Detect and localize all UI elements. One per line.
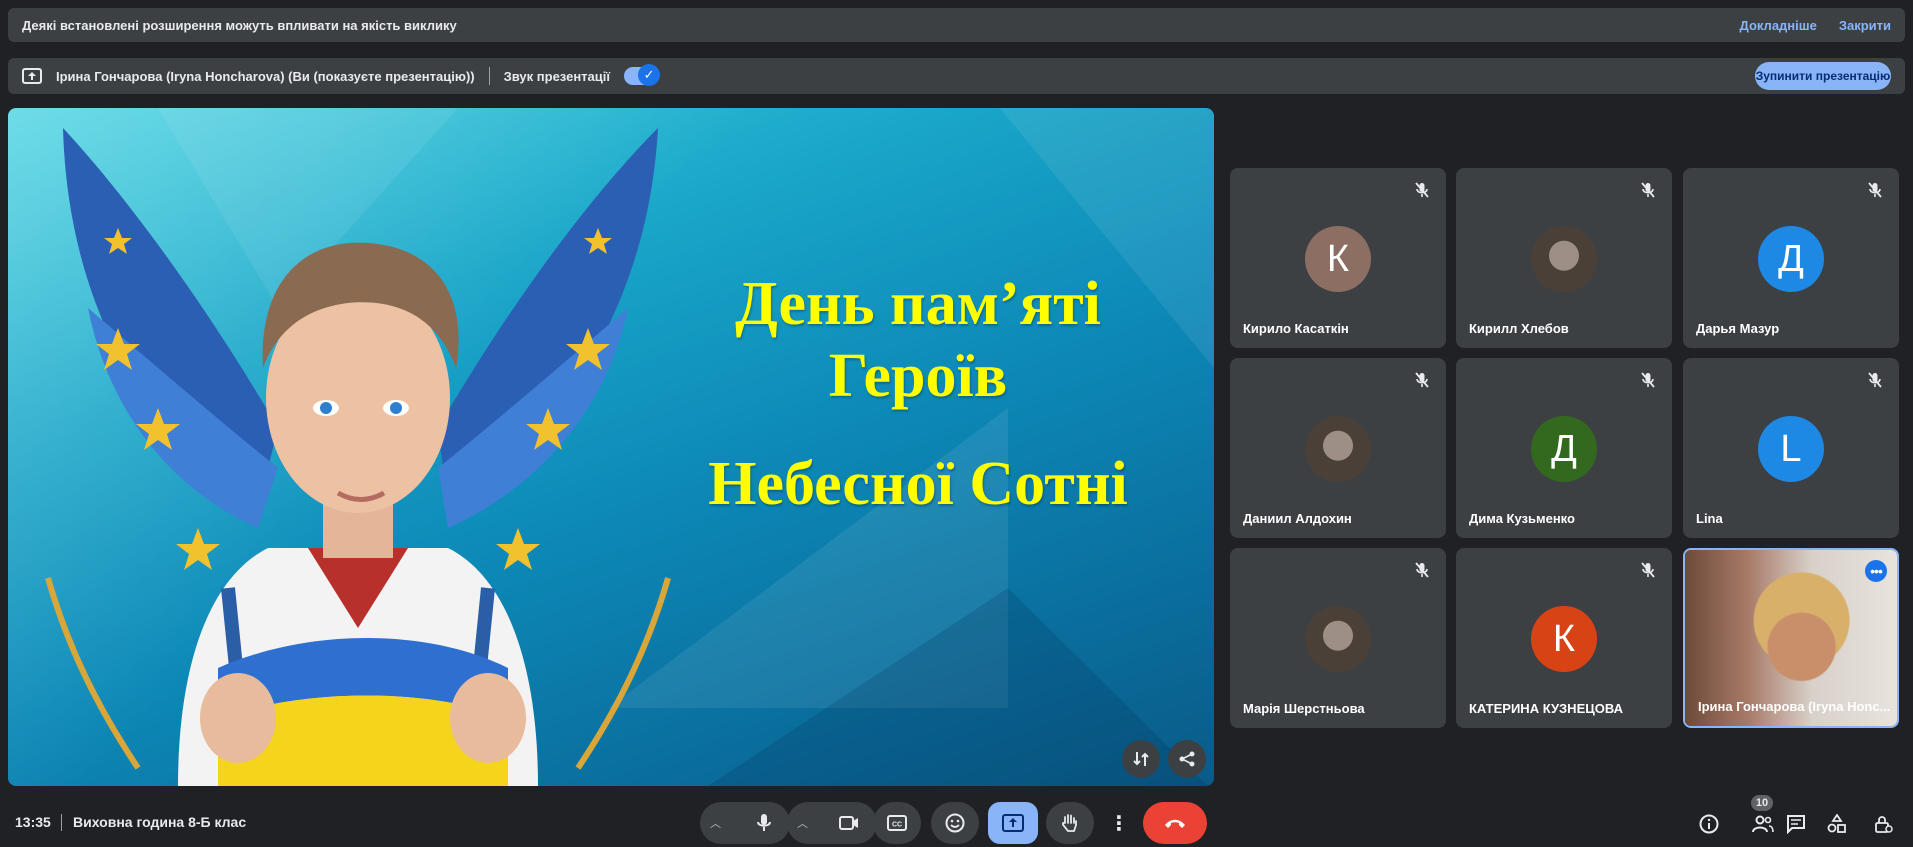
stop-presenting-button[interactable]: Зупинити презентацію bbox=[1755, 62, 1891, 90]
present-now-button[interactable] bbox=[988, 802, 1038, 844]
people-icon[interactable] bbox=[1752, 813, 1774, 835]
mic-off-icon bbox=[1412, 370, 1432, 390]
slide-title-line: Небесної Сотні bbox=[708, 450, 1128, 518]
microphone-button[interactable]: ︿ bbox=[700, 802, 790, 844]
captions-button[interactable]: CC bbox=[873, 802, 921, 844]
more-horizontal-icon[interactable]: ••• bbox=[1865, 560, 1887, 582]
svg-text:CC: CC bbox=[892, 822, 902, 829]
more-options-button[interactable]: ⋮ bbox=[1104, 802, 1134, 844]
presentation-audio-label: Звук презентації bbox=[503, 68, 611, 84]
participant-tile[interactable]: L Lina bbox=[1683, 358, 1899, 538]
presenting-bar: Ірина Гончарова (Iryna Honcharova) (Ви (… bbox=[8, 58, 1905, 94]
emoji-icon bbox=[945, 813, 965, 833]
avatar: L bbox=[1758, 416, 1824, 482]
swap-icon bbox=[1133, 752, 1149, 766]
presentation-stage: День пам’яті Героїв Небесної Сотні bbox=[8, 108, 1214, 786]
participant-name: Дарья Мазур bbox=[1696, 321, 1780, 336]
share-icon bbox=[1179, 751, 1195, 767]
mic-off-icon bbox=[1412, 560, 1432, 580]
people-count-badge: 10 bbox=[1751, 795, 1773, 811]
avatar bbox=[1305, 606, 1371, 672]
camera-icon bbox=[839, 816, 858, 830]
participant-tile[interactable]: К Кирило Касаткін bbox=[1230, 168, 1446, 348]
participant-name: Марія Шерстньова bbox=[1243, 701, 1365, 716]
participant-tile[interactable]: Даниил Алдохин bbox=[1230, 358, 1446, 538]
mic-off-icon bbox=[1865, 370, 1885, 390]
divider bbox=[488, 67, 490, 85]
host-controls-icon[interactable] bbox=[1872, 813, 1894, 835]
participant-name: Кирилл Хлебов bbox=[1469, 321, 1569, 336]
participant-name: Ірина Гончарова (Iryna Honc... bbox=[1698, 699, 1891, 714]
participant-tile[interactable]: Д Дарья Мазур bbox=[1683, 168, 1899, 348]
hang-up-icon bbox=[1165, 819, 1185, 828]
reactions-button[interactable] bbox=[931, 802, 979, 844]
chevron-up-icon[interactable]: ︿ bbox=[797, 815, 808, 831]
checkmark-icon: ✓ bbox=[638, 64, 661, 86]
slide-title: День пам’яті Героїв Небесної Сотні bbox=[668, 268, 1168, 520]
divider bbox=[61, 814, 62, 831]
participant-tile[interactable]: Кирилл Хлебов bbox=[1456, 168, 1672, 348]
hand-icon bbox=[1062, 814, 1077, 832]
camera-button[interactable]: ︿ bbox=[787, 802, 877, 844]
mic-off-icon bbox=[1638, 370, 1658, 390]
mic-off-icon bbox=[1865, 180, 1885, 200]
participant-name: Даниил Алдохин bbox=[1243, 511, 1352, 526]
participant-name: Кирило Касаткін bbox=[1243, 321, 1349, 336]
participant-tile[interactable]: ••• Ірина Гончарова (Iryna Honc... bbox=[1683, 548, 1899, 728]
current-time: 13:35 bbox=[15, 814, 51, 830]
present-screen-icon bbox=[1002, 814, 1024, 832]
avatar: К bbox=[1305, 226, 1371, 292]
meeting-title: Виховна година 8-Б клас bbox=[73, 814, 247, 830]
swap-tiles-button[interactable] bbox=[1122, 740, 1160, 778]
share-button[interactable] bbox=[1168, 740, 1206, 778]
participant-tile[interactable]: К КАТЕРИНА КУЗНЕЦОВА bbox=[1456, 548, 1672, 728]
presentation-audio-toggle[interactable]: ✓ bbox=[624, 64, 661, 86]
meeting-info-icon[interactable] bbox=[1698, 813, 1720, 835]
hero-angel-illustration bbox=[45, 128, 671, 786]
avatar: Д bbox=[1531, 416, 1597, 482]
avatar bbox=[1531, 226, 1597, 292]
mic-off-icon bbox=[1412, 180, 1432, 200]
participant-tile[interactable]: Марія Шерстньова bbox=[1230, 548, 1446, 728]
slide-title-line: День пам’яті bbox=[735, 270, 1101, 338]
activities-icon[interactable] bbox=[1826, 813, 1848, 835]
mic-off-icon bbox=[1638, 180, 1658, 200]
avatar: К bbox=[1531, 606, 1597, 672]
slide-title-line: Героїв bbox=[828, 342, 1008, 410]
more-vertical-icon: ⋮ bbox=[1109, 812, 1129, 835]
present-screen-icon bbox=[22, 68, 42, 84]
warning-message: Деякі встановлені розширення можуть впли… bbox=[22, 17, 457, 33]
participant-name: КАТЕРИНА КУЗНЕЦОВА bbox=[1469, 701, 1623, 716]
raise-hand-button[interactable] bbox=[1046, 802, 1094, 844]
leave-call-button[interactable] bbox=[1143, 802, 1207, 844]
mic-off-icon bbox=[1638, 560, 1658, 580]
avatar bbox=[1305, 416, 1371, 482]
details-link[interactable]: Докладніше bbox=[1740, 18, 1817, 33]
participant-tile[interactable]: Д Дима Кузьменко bbox=[1456, 358, 1672, 538]
avatar: Д bbox=[1758, 226, 1824, 292]
closed-captions-icon: CC bbox=[887, 815, 907, 831]
bottom-control-bar: 13:35 Виховна година 8-Б клас ︿ ︿ CC ⋮ bbox=[0, 800, 1913, 847]
extensions-warning-bar: Деякі встановлені розширення можуть впли… bbox=[8, 8, 1905, 42]
participant-name: Lina bbox=[1696, 511, 1723, 526]
chevron-up-icon[interactable]: ︿ bbox=[710, 815, 721, 831]
close-warning-link[interactable]: Закрити bbox=[1839, 18, 1891, 33]
microphone-icon bbox=[757, 814, 771, 831]
chat-icon[interactable] bbox=[1785, 813, 1807, 835]
presenter-text: Ірина Гончарова (Iryna Honcharova) (Ви (… bbox=[56, 68, 475, 84]
participant-name: Дима Кузьменко bbox=[1469, 511, 1575, 526]
